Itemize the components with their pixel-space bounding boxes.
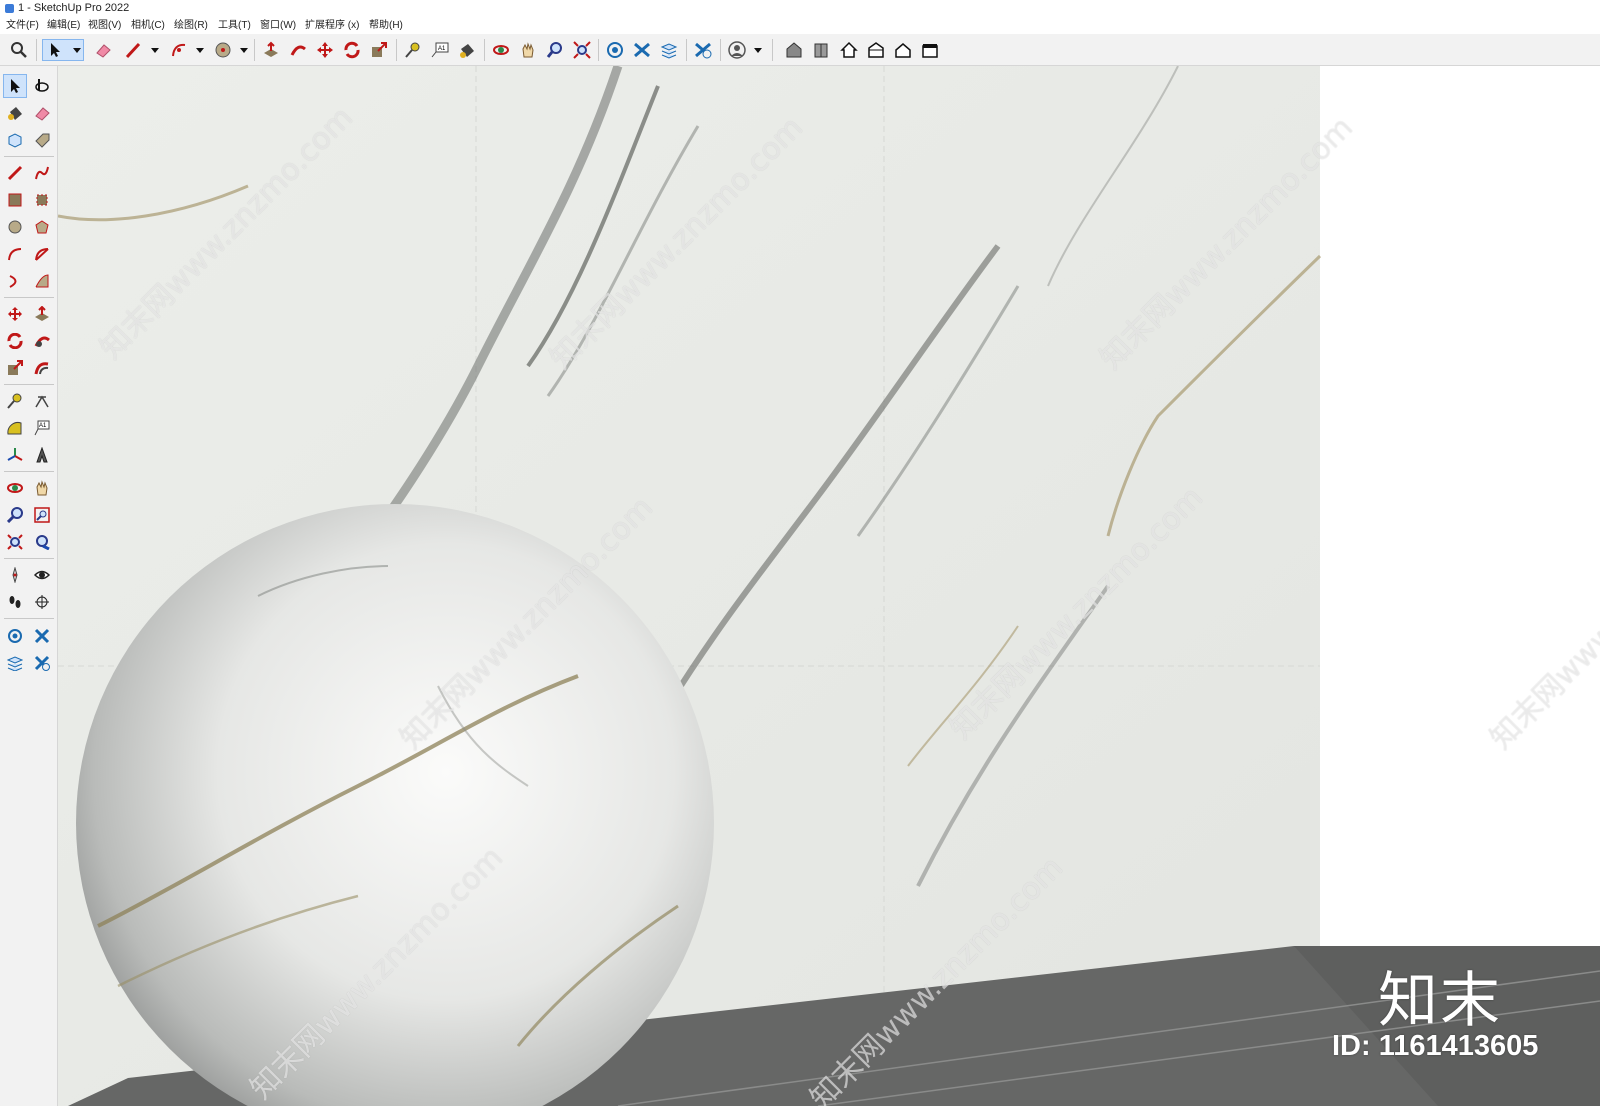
walk-icon[interactable] — [3, 590, 27, 614]
zoom-icon[interactable] — [3, 503, 27, 527]
move-icon[interactable] — [3, 302, 27, 326]
paint-bucket-icon[interactable] — [3, 101, 27, 125]
sketchup-logo-icon — [5, 4, 14, 13]
scale-icon[interactable] — [3, 356, 27, 380]
menu-view[interactable]: 视图(V) — [86, 17, 123, 34]
protractor-icon[interactable] — [3, 416, 27, 440]
select-icon — [51, 43, 60, 57]
circle-icon[interactable] — [3, 215, 27, 239]
rotate-icon[interactable] — [3, 329, 27, 353]
section-plane-icon[interactable] — [631, 39, 653, 61]
follow-me-icon[interactable] — [30, 329, 54, 353]
scene-canvas — [58, 66, 1600, 1106]
component-icon[interactable] — [810, 39, 832, 61]
menu-file[interactable]: 文件(F) — [4, 17, 41, 34]
look-around-icon[interactable] — [30, 563, 54, 587]
eraser-icon[interactable] — [30, 101, 54, 125]
push-pull-icon[interactable] — [30, 302, 54, 326]
component-icon[interactable] — [3, 128, 27, 152]
arc-icon[interactable] — [168, 39, 190, 61]
menu-camera[interactable]: 相机(C) — [129, 17, 167, 34]
chevron-down-icon[interactable] — [240, 48, 248, 53]
push-pull-icon[interactable] — [260, 39, 282, 61]
rectangle-icon[interactable] — [3, 188, 27, 212]
rotate-icon[interactable] — [341, 39, 363, 61]
menu-tools[interactable]: 工具(T) — [216, 17, 253, 34]
style-icon[interactable] — [692, 39, 714, 61]
front-view-icon[interactable] — [919, 39, 941, 61]
rotated-rectangle-icon[interactable] — [30, 188, 54, 212]
orbit-icon[interactable] — [490, 39, 512, 61]
left-toolbar: A1 — [0, 66, 58, 1106]
polygon-icon[interactable] — [30, 215, 54, 239]
chevron-down-icon[interactable] — [754, 48, 762, 53]
freehand-icon[interactable] — [30, 161, 54, 185]
watermark-logo: 知末 — [1378, 966, 1502, 1036]
paint-bucket-icon[interactable] — [456, 39, 478, 61]
title-bar: 1 - SketchUp Pro 2022 — [0, 0, 1600, 17]
layers-icon[interactable] — [3, 651, 27, 675]
chevron-down-icon[interactable] — [196, 48, 204, 53]
menu-window[interactable]: 窗口(W) — [258, 17, 298, 34]
position-camera-icon[interactable] — [3, 563, 27, 587]
account-icon[interactable] — [726, 39, 748, 61]
zoom-extents-icon[interactable] — [3, 530, 27, 554]
model-viewport[interactable]: 知末网www.znzmo.com 知末网www.znzmo.com 知末网www… — [58, 66, 1600, 1106]
iso-view-icon[interactable] — [865, 39, 887, 61]
offset-icon[interactable] — [30, 356, 54, 380]
menu-extensions[interactable]: 扩展程序 (x) — [303, 17, 361, 34]
section-plane-icon[interactable] — [30, 590, 54, 614]
zoom-extents-icon[interactable] — [571, 39, 593, 61]
warehouse-icon[interactable] — [783, 39, 805, 61]
circle-icon[interactable] — [212, 39, 234, 61]
layers-icon[interactable] — [658, 39, 680, 61]
search-icon[interactable] — [8, 39, 30, 61]
previous-view-icon[interactable] — [30, 530, 54, 554]
pie-icon[interactable] — [30, 242, 54, 266]
pan-icon[interactable] — [30, 476, 54, 500]
menu-help[interactable]: 帮助(H) — [367, 17, 405, 34]
menu-draw[interactable]: 绘图(R) — [172, 17, 210, 34]
chevron-down-icon[interactable] — [151, 48, 159, 53]
axes-icon[interactable] — [3, 443, 27, 467]
drape-icon[interactable] — [30, 651, 54, 675]
arc-icon[interactable] — [3, 242, 27, 266]
house-icon[interactable] — [838, 39, 860, 61]
pencil-icon[interactable] — [3, 161, 27, 185]
dimension-icon[interactable] — [30, 389, 54, 413]
eraser-icon[interactable] — [92, 39, 114, 61]
top-view-icon[interactable] — [892, 39, 914, 61]
zoom-icon[interactable] — [544, 39, 566, 61]
orbit-icon[interactable] — [3, 476, 27, 500]
select-icon[interactable] — [3, 74, 27, 98]
scale-icon[interactable] — [368, 39, 390, 61]
orbit-icon[interactable] — [30, 74, 54, 98]
follow-me-icon[interactable] — [287, 39, 309, 61]
sandbox-icon[interactable] — [604, 39, 626, 61]
text-icon[interactable]: A1 — [429, 39, 451, 61]
pan-icon[interactable] — [517, 39, 539, 61]
tape-measure-icon[interactable] — [3, 389, 27, 413]
menu-bar: 文件(F) 编辑(E) 视图(V) 相机(C) 绘图(R) 工具(T) 窗口(W… — [0, 17, 1600, 34]
svg-text:A1: A1 — [39, 423, 47, 429]
chevron-down-icon[interactable] — [73, 48, 81, 53]
zoom-window-icon[interactable] — [30, 503, 54, 527]
menu-edit[interactable]: 编辑(E) — [45, 17, 82, 34]
3d-text-icon[interactable] — [30, 443, 54, 467]
svg-text:A1: A1 — [438, 46, 446, 52]
window-title: 1 - SketchUp Pro 2022 — [18, 2, 130, 14]
stamp-icon[interactable] — [30, 624, 54, 648]
sandbox-icon[interactable] — [3, 624, 27, 648]
pencil-icon[interactable] — [122, 39, 144, 61]
tape-measure-icon[interactable] — [402, 39, 424, 61]
three-point-arc-icon[interactable] — [30, 269, 54, 293]
move-icon[interactable] — [314, 39, 336, 61]
tag-icon[interactable] — [30, 128, 54, 152]
two-point-arc-icon[interactable] — [3, 269, 27, 293]
text-icon[interactable]: A1 — [30, 416, 54, 440]
watermark-id: ID: 1161413605 — [1332, 1030, 1539, 1062]
main-toolbar: A1 — [0, 34, 1600, 66]
